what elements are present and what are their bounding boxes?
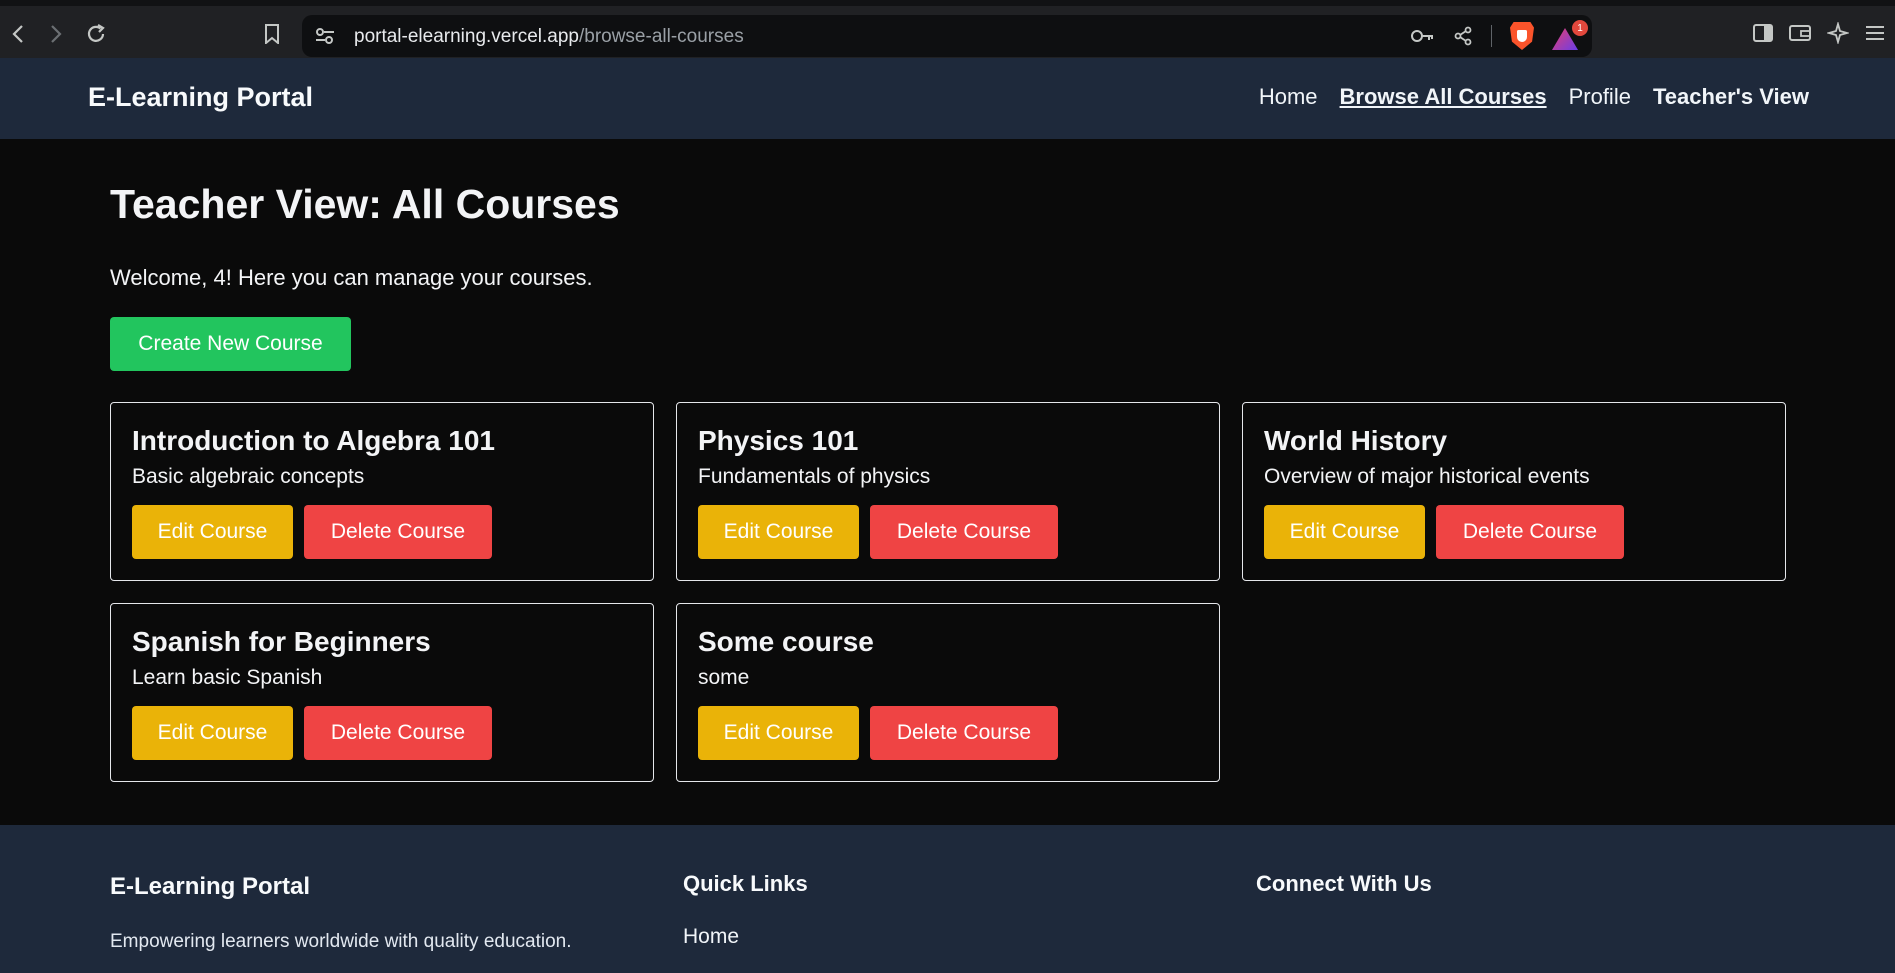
- footer-link-home[interactable]: Home: [683, 925, 808, 949]
- footer-connect: Connect With Us: [1256, 871, 1432, 897]
- course-description: some: [698, 666, 750, 689]
- nav-home[interactable]: Home: [1259, 84, 1318, 110]
- course-card: World History Overview of major historic…: [1242, 402, 1786, 581]
- delete-course-button[interactable]: Delete Course: [304, 505, 492, 559]
- address-bar[interactable]: portal-elearning.vercel.app/browse-all-c…: [302, 15, 1592, 57]
- site-settings-icon[interactable]: [314, 25, 336, 47]
- forward-icon[interactable]: [42, 20, 70, 48]
- toolbar-separator: [1491, 25, 1492, 47]
- site-footer: E-Learning Portal Empowering learners wo…: [0, 825, 1895, 973]
- course-card: Some course some Edit Course Delete Cour…: [676, 603, 1220, 782]
- welcome-message: Welcome, 4! Here you can manage your cou…: [110, 265, 593, 290]
- create-course-button[interactable]: Create New Course: [110, 317, 351, 371]
- nav-browse-all-courses[interactable]: Browse All Courses: [1340, 84, 1547, 110]
- edit-course-button[interactable]: Edit Course: [132, 706, 293, 760]
- rewards-badge: 1: [1572, 20, 1588, 36]
- course-title: Some course: [698, 626, 874, 657]
- nav-teachers-view[interactable]: Teacher's View: [1653, 84, 1809, 110]
- menu-icon[interactable]: [1865, 25, 1885, 41]
- quick-links-heading: Quick Links: [683, 871, 808, 896]
- brave-shields-icon[interactable]: [1510, 22, 1534, 50]
- leo-ai-icon[interactable]: [1827, 22, 1849, 44]
- edit-course-button[interactable]: Edit Course: [698, 505, 859, 559]
- browser-toolbar: portal-elearning.vercel.app/browse-all-c…: [0, 0, 1895, 58]
- course-title: Physics 101: [698, 425, 859, 456]
- delete-course-button[interactable]: Delete Course: [870, 706, 1058, 760]
- edit-course-button[interactable]: Edit Course: [1264, 505, 1425, 559]
- url-text: portal-elearning.vercel.app/browse-all-c…: [354, 26, 744, 47]
- course-card: Physics 101 Fundamentals of physics Edit…: [676, 402, 1220, 581]
- delete-course-button[interactable]: Delete Course: [870, 505, 1058, 559]
- footer-brand: E-Learning Portal: [110, 873, 311, 900]
- footer-quick-links: Quick Links Home: [683, 871, 808, 949]
- course-description: Basic algebraic concepts: [132, 465, 365, 488]
- course-title: Spanish for Beginners: [132, 626, 431, 657]
- delete-course-button[interactable]: Delete Course: [1436, 505, 1624, 559]
- page-title: Teacher View: All Courses: [110, 181, 620, 227]
- course-card: Spanish for Beginners Learn basic Spanis…: [110, 603, 654, 782]
- edit-course-button[interactable]: Edit Course: [698, 706, 859, 760]
- course-title: Introduction to Algebra 101: [132, 425, 495, 456]
- course-description: Learn basic Spanish: [132, 666, 323, 689]
- edit-course-button[interactable]: Edit Course: [132, 505, 293, 559]
- delete-course-button[interactable]: Delete Course: [304, 706, 492, 760]
- course-title: World History: [1264, 425, 1448, 456]
- site-header: E-Learning Portal Home Browse All Course…: [0, 58, 1895, 139]
- key-icon[interactable]: [1411, 28, 1435, 44]
- main-nav: Home Browse All Courses Profile Teacher'…: [1259, 84, 1809, 110]
- brave-rewards-icon[interactable]: 1: [1552, 20, 1588, 50]
- back-icon[interactable]: [4, 20, 32, 48]
- site-brand[interactable]: E-Learning Portal: [88, 82, 313, 113]
- connect-heading: Connect With Us: [1256, 871, 1432, 896]
- wallet-icon[interactable]: [1789, 24, 1811, 42]
- course-card: Introduction to Algebra 101 Basic algebr…: [110, 402, 654, 581]
- bookmark-icon[interactable]: [258, 20, 286, 48]
- course-description: Overview of major historical events: [1264, 465, 1590, 488]
- course-grid: Introduction to Algebra 101 Basic algebr…: [110, 402, 1787, 782]
- share-icon[interactable]: [1453, 26, 1473, 46]
- course-description: Fundamentals of physics: [698, 465, 931, 488]
- sidebar-icon[interactable]: [1753, 24, 1773, 42]
- nav-profile[interactable]: Profile: [1569, 84, 1631, 110]
- footer-tagline: Empowering learners worldwide with quali…: [110, 931, 572, 952]
- reload-icon[interactable]: [82, 20, 110, 48]
- footer-brand-section: E-Learning Portal Empowering learners wo…: [110, 873, 572, 953]
